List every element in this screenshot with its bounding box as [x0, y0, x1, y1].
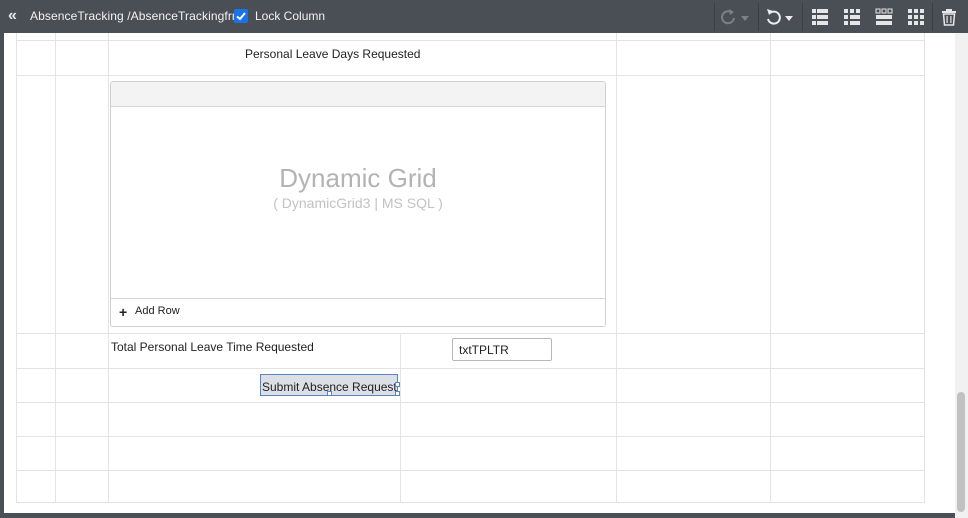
toolbar-divider: [802, 3, 803, 31]
dynamic-grid-title: Dynamic Grid: [279, 163, 437, 193]
grid-row-line: [16, 75, 925, 76]
grid-col-line: [55, 33, 56, 503]
trash-icon: [942, 9, 956, 26]
redo-icon: [721, 9, 749, 25]
toolbar-divider: [932, 3, 933, 31]
lock-column-label: Lock Column: [255, 9, 326, 23]
undo-icon: [767, 9, 793, 25]
grid-col-line: [924, 33, 925, 503]
txt-tpltr-field[interactable]: txtTPLTR: [452, 338, 552, 361]
grid-row-line: [16, 40, 925, 41]
undo-button[interactable]: [759, 3, 801, 31]
total-personal-leave-label: Total Personal Leave Time Requested: [111, 340, 314, 354]
resize-handle[interactable]: [395, 382, 400, 387]
grid-row-line: [16, 470, 925, 471]
bottom-edge: [0, 513, 955, 518]
grid-row-line: [16, 402, 925, 403]
grid-layout-1-icon: [812, 9, 828, 25]
grid-layout-2-icon: [844, 9, 860, 25]
grid-layout-2-button[interactable]: [838, 4, 866, 30]
dynamic-grid-subtitle: ( DynamicGrid3 | MS SQL ): [273, 195, 443, 211]
double-chevron-left-icon[interactable]: «: [8, 8, 22, 24]
lock-column-checkbox[interactable]: [234, 9, 248, 23]
resize-handle[interactable]: [327, 391, 332, 396]
grid-row-line: [16, 436, 925, 437]
scrollbar-thumb[interactable]: [957, 392, 965, 512]
grid-layout-3-button[interactable]: [870, 4, 898, 30]
grid-row-line: [16, 333, 925, 334]
canvas-left-edge: [0, 33, 4, 518]
designer-toolbar: « AbsenceTracking /AbsenceTrackingfrm Lo…: [0, 0, 968, 33]
grid-layout-4-button[interactable]: [902, 4, 930, 30]
form-breadcrumb: AbsenceTracking /AbsenceTrackingfrm: [30, 9, 243, 23]
add-row-label: Add Row: [135, 305, 180, 317]
resize-handle[interactable]: [395, 391, 400, 396]
dynamic-grid-footer: + Add Row: [111, 298, 605, 326]
grid-col-line: [770, 33, 771, 503]
grid-layout-4-icon: [908, 9, 924, 25]
dynamic-grid[interactable]: Dynamic Grid ( DynamicGrid3 | MS SQL ) +…: [110, 81, 606, 327]
dynamic-grid-header: [111, 82, 605, 107]
grid-col-line: [16, 33, 17, 503]
checkmark-icon: [236, 12, 246, 21]
grid-col-line: [108, 33, 109, 503]
grid-col-line: [616, 33, 617, 503]
grid-layout-1-button[interactable]: [806, 4, 834, 30]
grid-row-line: [16, 502, 925, 503]
grid-row-line: [16, 368, 925, 369]
personal-leave-days-label: Personal Leave Days Requested: [245, 47, 421, 61]
grid-layout-3-icon: [875, 8, 893, 25]
redo-button[interactable]: [715, 3, 757, 31]
grid-col-line: [400, 333, 401, 503]
delete-button[interactable]: [935, 4, 963, 30]
plus-icon: +: [119, 304, 128, 320]
